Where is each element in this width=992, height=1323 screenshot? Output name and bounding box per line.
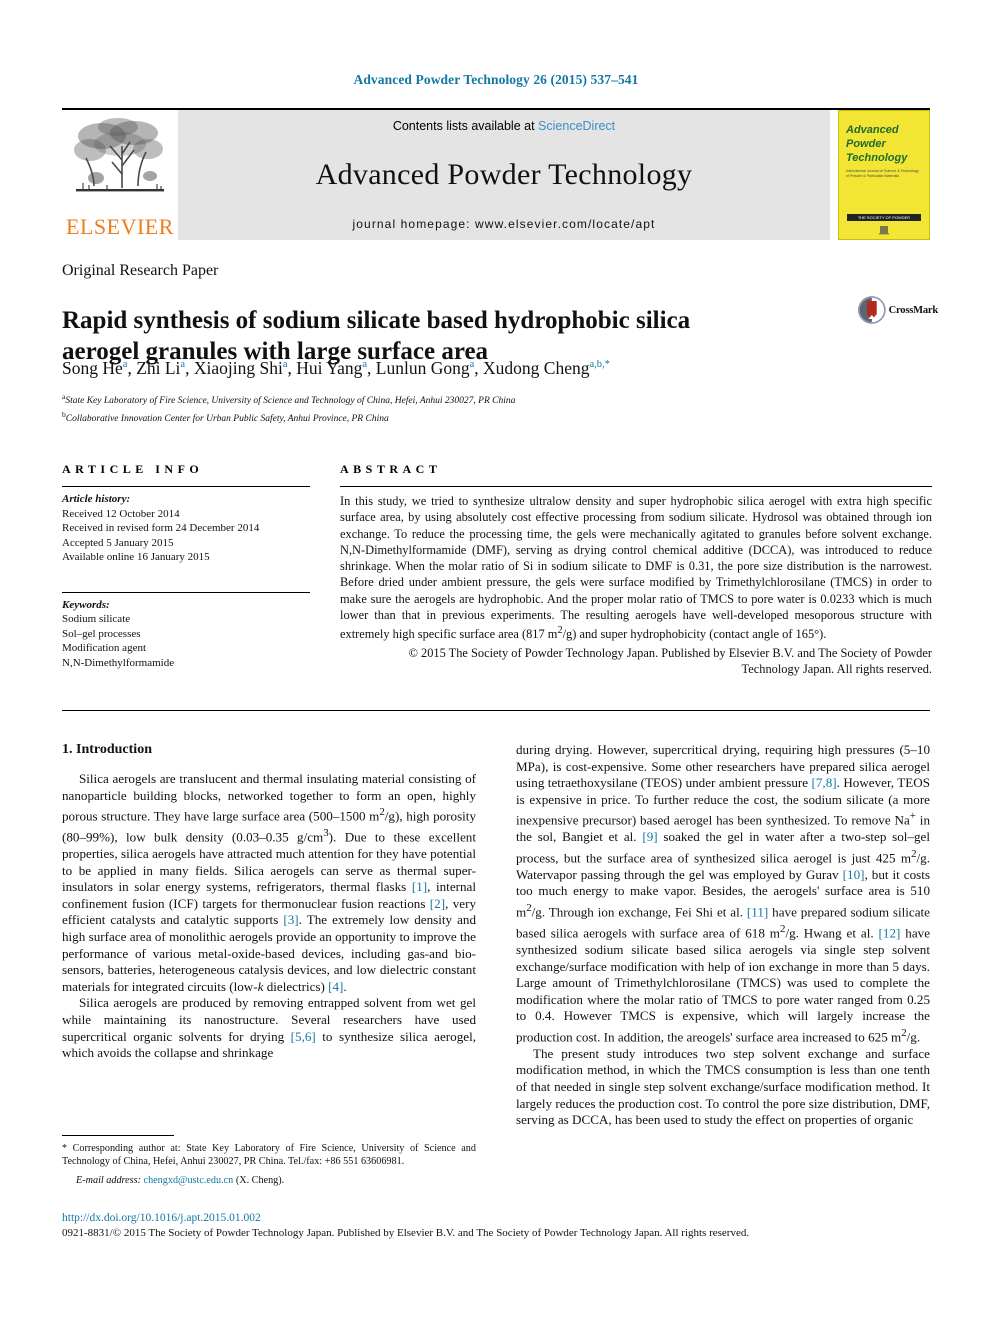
history-item: Available online 16 January 2015	[62, 551, 210, 563]
keywords-label: Keywords:	[62, 598, 110, 611]
keyword-item: Modification agent	[62, 642, 147, 654]
affiliation-list: aState Key Laboratory of Fire Science, U…	[62, 390, 932, 426]
author-item: Xiaojing Shia	[193, 358, 288, 378]
author-item: Xudong Chenga,b,*	[483, 358, 610, 378]
cover-title-line1: Advanced	[846, 124, 899, 136]
author-item: Song Hea	[62, 358, 128, 378]
abstract-text: In this study, we tried to synthesize ul…	[340, 494, 932, 642]
abstract-divider	[340, 486, 932, 487]
history-item: Received 12 October 2014	[62, 507, 180, 520]
crossmark-label: CrossMark	[888, 304, 939, 316]
journal-masthead: ELSEVIER Contents lists available at Sci…	[62, 108, 930, 240]
author-list: Song Hea, Zhi Lia, Xiaojing Shia, Hui Ya…	[62, 358, 610, 378]
article-info-divider	[62, 486, 310, 487]
article-history: Article history: Received 12 October 201…	[62, 492, 310, 565]
author-item: Hui Yanga	[296, 358, 368, 378]
elsevier-logo: ELSEVIER	[62, 110, 178, 240]
cover-society-bar: THE SOCIETY OF POWDER TECHNOLOGY, JAPAN	[847, 214, 921, 221]
history-item: Received in revised form 24 December 201…	[62, 522, 260, 534]
footnote-body: Corresponding author at: State Key Labor…	[62, 1143, 476, 1168]
elsevier-tree-icon	[74, 118, 164, 192]
abstract-block: ABSTRACT In this study, we tried to synt…	[340, 462, 932, 677]
cover-society-emblem-icon	[879, 226, 889, 235]
contents-band: Contents lists available at ScienceDirec…	[178, 110, 830, 240]
keyword-item: Sodium silicate	[62, 613, 131, 625]
section-heading-introduction: 1. Introduction	[62, 742, 152, 757]
keywords-divider	[62, 591, 310, 593]
email-link[interactable]: chengxd@ustc.edu.cn	[144, 1175, 234, 1186]
abstract-heading: ABSTRACT	[340, 462, 442, 476]
keywords-block: Keywords: Sodium silicate Sol–gel proces…	[62, 598, 310, 671]
journal-cover-thumbnail: Advanced Powder Technology International…	[838, 110, 930, 240]
author-item: Zhi Lia	[136, 358, 186, 378]
issn-copyright-line: 0921-8831/© 2015 The Society of Powder T…	[62, 1227, 750, 1239]
footnote-divider	[62, 1135, 174, 1136]
paragraph: during drying. However, supercritical dr…	[516, 742, 931, 1045]
article-type-label: Original Research Paper	[62, 262, 219, 279]
corresponding-author-footnote: * Corresponding author at: State Key Lab…	[62, 1135, 476, 1186]
article-info-heading: ARTICLE INFO	[62, 462, 204, 476]
cover-subtitle: International Journal of Science & Techn…	[846, 169, 919, 178]
abstract-copyright: © 2015 The Society of Powder Technology …	[340, 645, 933, 678]
paragraph: Silica aerogels are translucent and ther…	[62, 771, 476, 994]
cover-title-line2: Powder	[846, 138, 886, 150]
sciencedirect-link[interactable]: ScienceDirect	[538, 119, 615, 133]
footnote-marker: *	[62, 1143, 67, 1154]
doi-link[interactable]: http://dx.doi.org/10.1016/j.apt.2015.01.…	[62, 1212, 930, 1224]
email-owner: (X. Cheng).	[235, 1174, 285, 1186]
keyword-item: Sol–gel processes	[62, 627, 141, 640]
elsevier-wordmark: ELSEVIER	[66, 214, 174, 239]
running-head: Advanced Powder Technology 26 (2015) 537…	[353, 72, 639, 87]
copyright-line-2: Technology Japan. All rights reserved.	[741, 662, 932, 677]
footnote-email-line: E-mail address: chengxd@ustc.edu.cn (X. …	[62, 1175, 476, 1186]
contents-prefix: Contents lists available at	[392, 119, 535, 133]
page-footer: http://dx.doi.org/10.1016/j.apt.2015.01.…	[62, 1212, 930, 1239]
footnote-text: * Corresponding author at: State Key Lab…	[62, 1142, 476, 1169]
crossmark-badge[interactable]: CrossMark	[858, 288, 938, 332]
cover-title-line3: Technology	[846, 152, 908, 164]
paragraph: Silica aerogels are produced by removing…	[62, 995, 476, 1061]
copyright-line-1: © 2015 The Society of Powder Technology …	[408, 645, 933, 660]
crossmark-icon	[858, 296, 886, 324]
paper-page: Advanced Powder Technology 26 (2015) 537…	[0, 0, 992, 1323]
column-right: during drying. However, supercritical dr…	[516, 742, 930, 1129]
history-item: Accepted 5 January 2015	[62, 536, 174, 549]
affiliation-item: bCollaborative Innovation Center for Urb…	[62, 410, 389, 425]
article-info-block: ARTICLE INFO Article history: Received 1…	[62, 462, 310, 670]
article-history-label: Article history:	[62, 493, 131, 505]
keyword-item: N,N-Dimethylformamide	[62, 656, 175, 669]
column-left: 1. Introduction Silica aerogels are tran…	[62, 742, 476, 1062]
body-top-divider	[62, 710, 930, 711]
journal-title: Advanced Powder Technology	[315, 158, 693, 191]
paragraph: The present study introduces two step so…	[516, 1045, 930, 1128]
affiliation-item: aState Key Laboratory of Fire Science, U…	[62, 392, 516, 407]
author-item: Lunlun Gonga	[375, 358, 475, 378]
cover-title: Advanced Powder Technology	[846, 123, 922, 165]
contents-available-line: Contents lists available at ScienceDirec…	[393, 119, 615, 133]
journal-homepage-link[interactable]: journal homepage: www.elsevier.com/locat…	[353, 217, 656, 231]
email-label: E-mail address:	[76, 1174, 141, 1186]
